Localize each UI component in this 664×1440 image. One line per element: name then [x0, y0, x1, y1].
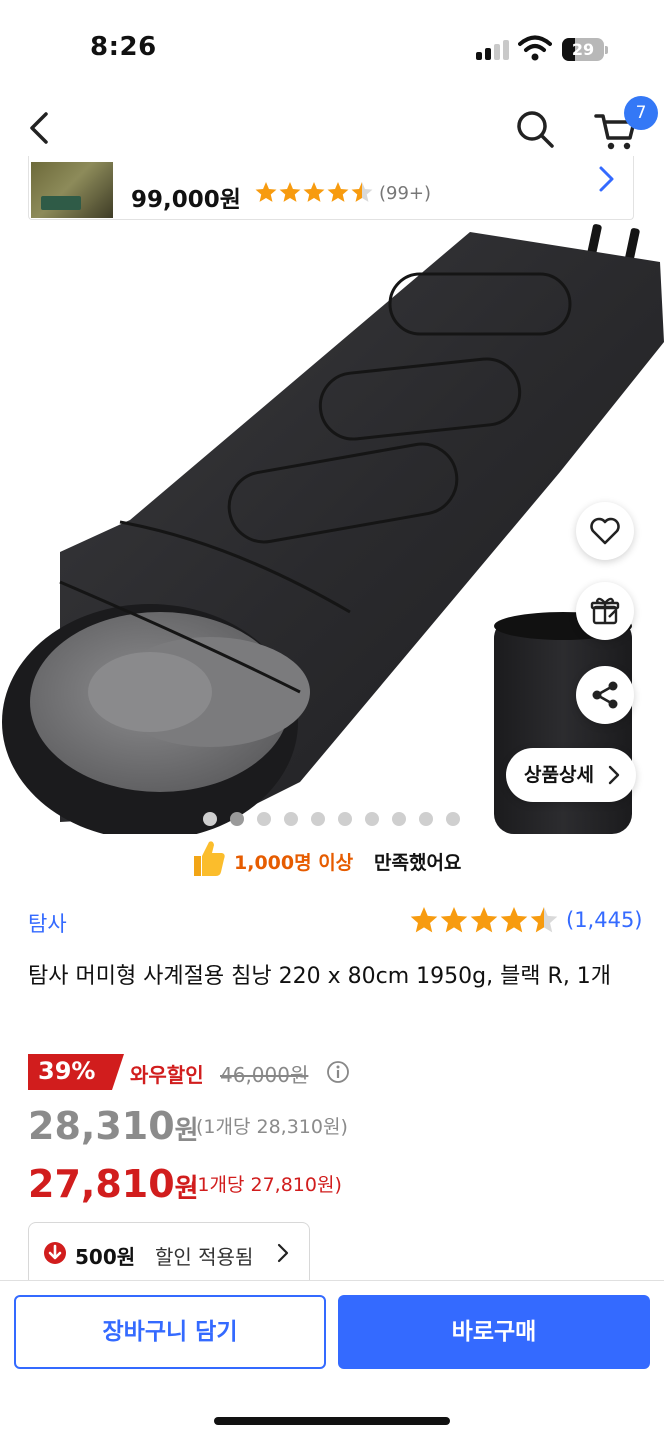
- rating-star: [440, 907, 468, 933]
- signal-icon: [476, 40, 510, 60]
- wishlist-button[interactable]: [576, 502, 634, 560]
- status-time: 8:26: [90, 32, 157, 62]
- review-count-link[interactable]: (1,445): [566, 908, 643, 932]
- share-button[interactable]: [576, 666, 634, 724]
- carousel-dot[interactable]: [230, 812, 244, 826]
- sale-price-unit: 원: [174, 1116, 199, 1146]
- arrow-down-circle-icon: [44, 1242, 66, 1264]
- rating-star: [255, 182, 277, 202]
- discount-badge: 39%: [28, 1054, 124, 1090]
- rating-star: [470, 907, 498, 933]
- original-price: 46,000원: [220, 1063, 309, 1087]
- sleeping-bag-image: [2, 224, 664, 834]
- recommended-product-review-count: (99+): [379, 183, 432, 204]
- status-bar: 8:26 29: [0, 0, 664, 96]
- chevron-right-icon[interactable]: [595, 164, 617, 194]
- coupon-discount-applied[interactable]: 500원 할인 적용됨: [28, 1222, 310, 1280]
- thumbs-up-icon: [194, 841, 225, 876]
- back-arrow-icon[interactable]: [22, 108, 58, 148]
- carousel-dot[interactable]: [338, 812, 352, 826]
- product-rating-stars[interactable]: [410, 906, 562, 934]
- share-icon: [592, 681, 618, 709]
- carousel-dot[interactable]: [311, 812, 325, 826]
- rating-star: [279, 182, 301, 202]
- wow-price: 27,810원: [28, 1162, 199, 1206]
- carousel-dot[interactable]: [392, 812, 406, 826]
- product-title: 탐사 머미형 사계절용 침낭 220 x 80cm 1950g, 블랙 R, 1…: [28, 964, 612, 989]
- nav-bar: [0, 96, 664, 162]
- battery-level: 29: [571, 40, 595, 59]
- chevron-right-icon: [277, 1243, 289, 1263]
- info-icon[interactable]: [326, 1060, 350, 1084]
- carousel-dot[interactable]: [365, 812, 379, 826]
- brand-link[interactable]: 탐사: [28, 908, 67, 938]
- sale-price: 28,310원: [28, 1104, 199, 1148]
- recommended-product-rating-stars: [255, 182, 373, 202]
- carousel-dot[interactable]: [419, 812, 433, 826]
- rating-star: [327, 182, 349, 202]
- discount-row: 39% 와우할인 46,000원: [28, 1054, 648, 1090]
- recommended-product-price: 99,000원: [131, 187, 241, 213]
- product-detail-label: 상품상세: [524, 764, 594, 786]
- search-icon[interactable]: [512, 106, 558, 152]
- gift-icon: [590, 597, 620, 625]
- coupon-amount: 500원: [75, 1245, 136, 1269]
- sale-price-per-unit: (1개당 28,310원): [196, 1116, 348, 1138]
- battery-icon: 29: [562, 38, 608, 61]
- carousel-dot[interactable]: [446, 812, 460, 826]
- recommended-product-title-clipped: [133, 156, 603, 162]
- wow-price-per-unit: (1개당 27,810원): [190, 1174, 342, 1196]
- wifi-icon: [518, 35, 552, 61]
- carousel-dot[interactable]: [284, 812, 298, 826]
- bottom-action-bar: 장바구니 담기 바로구매: [0, 1280, 664, 1440]
- add-to-cart-button[interactable]: 장바구니 담기: [14, 1295, 326, 1369]
- rating-star: [410, 907, 438, 933]
- cart-count-badge: 7: [624, 96, 658, 130]
- wow-discount-label: 와우할인: [130, 1063, 204, 1087]
- recommended-product-thumbnail: [31, 162, 113, 218]
- rating-star: [500, 907, 528, 933]
- chevron-right-icon: [608, 765, 620, 785]
- discount-percent: 39%: [38, 1057, 96, 1085]
- heart-icon: [590, 517, 620, 545]
- satisfaction-count: 1,000명 이상: [234, 852, 354, 874]
- rating-star: [303, 182, 325, 202]
- gift-button[interactable]: [576, 582, 634, 640]
- satisfaction-text: 만족했어요: [374, 852, 462, 874]
- product-detail-button[interactable]: 상품상세: [506, 748, 636, 802]
- home-indicator: [214, 1417, 450, 1425]
- recommended-product-banner[interactable]: 99,000원 (99+): [28, 156, 634, 220]
- coupon-text: 할인 적용됨: [155, 1245, 254, 1269]
- sale-price-value: 28,310: [28, 1104, 175, 1148]
- rating-star: [351, 182, 373, 202]
- carousel-dot[interactable]: [203, 812, 217, 826]
- rating-star: [530, 907, 558, 933]
- product-image-carousel[interactable]: 상품상세: [0, 222, 664, 834]
- buy-now-button[interactable]: 바로구매: [338, 1295, 650, 1369]
- carousel-dot[interactable]: [257, 812, 271, 826]
- wow-price-value: 27,810: [28, 1162, 175, 1206]
